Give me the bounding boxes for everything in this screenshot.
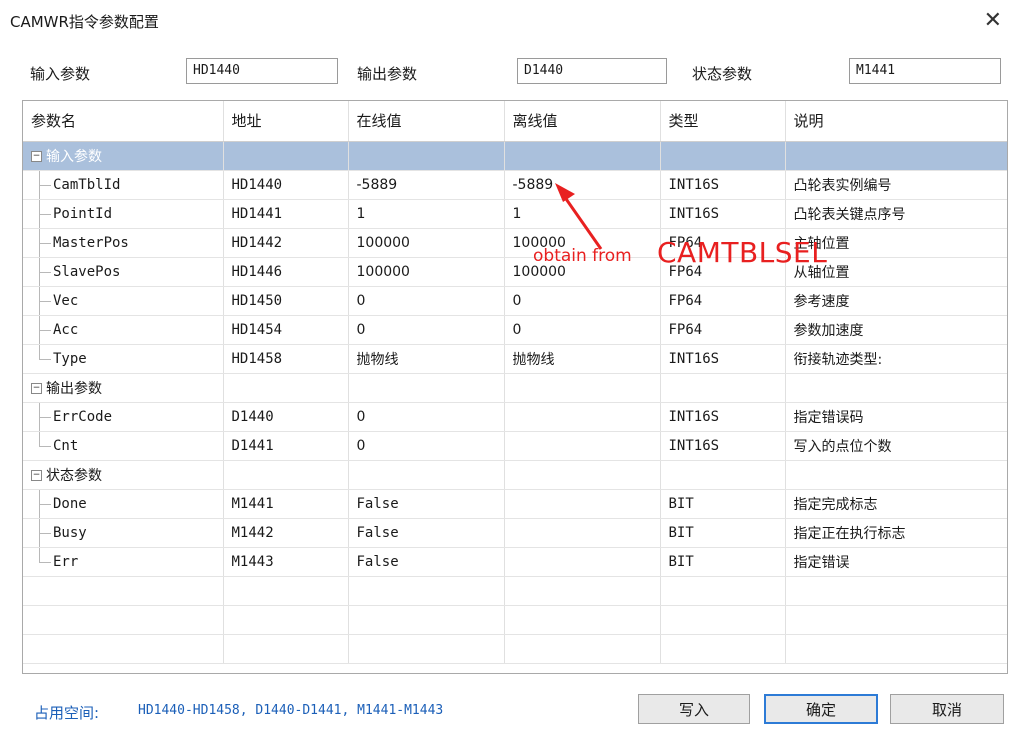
status-params-field[interactable]: M1441 — [849, 58, 1001, 84]
input-params-label: 输入参数 — [30, 65, 91, 83]
annotation-text: obtain from CAMTBLSEL — [533, 236, 873, 276]
output-params-field[interactable]: D1440 — [517, 58, 667, 84]
annotation-arrow-icon — [555, 183, 603, 250]
annotation-big-text: CAMTBLSEL — [657, 236, 828, 269]
write-button[interactable]: 写入 — [638, 694, 750, 724]
close-icon[interactable]: ✕ — [984, 8, 1002, 33]
occupied-space-label: 占用空间: — [34, 704, 100, 722]
title-bar: CAMWR指令参数配置 ✕ — [0, 0, 1012, 44]
params-row: 输入参数 HD1440 输出参数 D1440 状态参数 M1441 — [0, 54, 1012, 88]
ok-button[interactable]: 确定 — [764, 694, 878, 724]
occupied-space-value: HD1440-HD1458, D1440-D1441, M1441-M1443 — [138, 703, 444, 718]
output-params-label: 输出参数 — [357, 65, 418, 83]
cancel-button[interactable]: 取消 — [890, 694, 1004, 724]
window-title: CAMWR指令参数配置 — [10, 13, 159, 31]
annotation-small-text: obtain from — [533, 246, 632, 266]
input-params-field[interactable]: HD1440 — [186, 58, 338, 84]
status-params-label: 状态参数 — [692, 65, 753, 83]
param-grid: 参数名 地址 在线值 离线值 类型 说明 − 输入参数 CamTblId HD14… — [22, 100, 1008, 674]
footer: 占用空间: HD1440-HD1458, D1440-D1441, M1441-… — [0, 690, 1012, 734]
